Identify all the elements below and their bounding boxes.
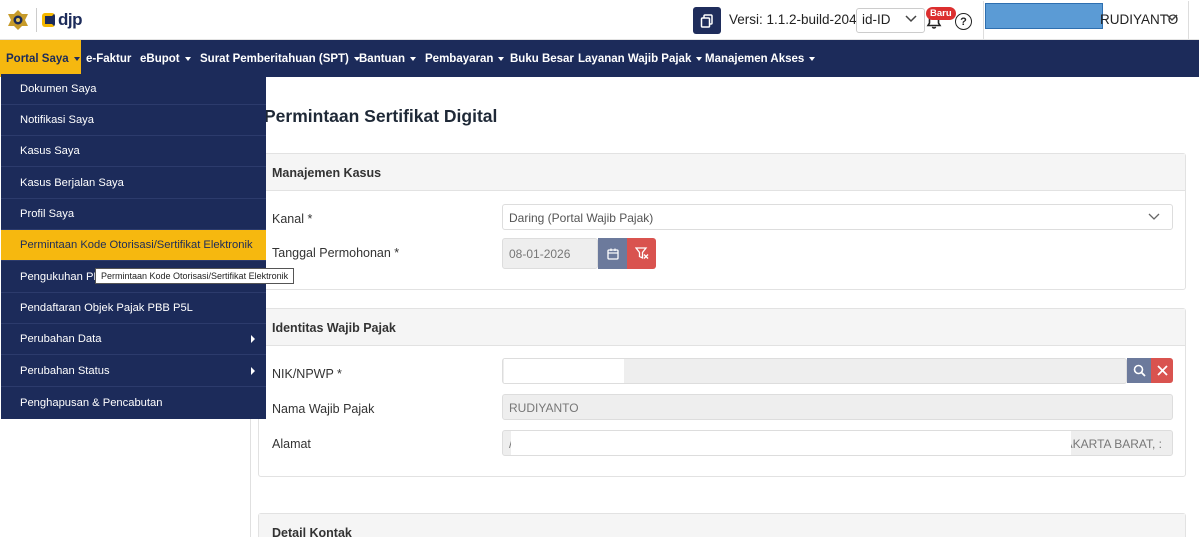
redacted-address [511,431,1071,455]
menu-profil-saya[interactable]: Profil Saya [1,199,266,230]
menu-label: Kasus Berjalan Saya [20,177,124,189]
menu-pendaftaran-objek-pajak[interactable]: Pendaftaran Objek Pajak PBB P5L [1,293,266,324]
nav-label: Buku Besar [510,52,574,65]
menu-label: Permintaan Kode Otorisasi/Sertifikat Ele… [20,239,253,251]
caret-down-icon [809,56,816,61]
nav-label: Manajemen Akses [705,52,805,65]
nav-pembayaran[interactable]: Pembayaran [425,40,505,77]
main-content: Permintaan Sertifikat Digital Manajemen … [251,77,1199,537]
menu-notifikasi-saya[interactable]: Notifikasi Saya [1,105,266,136]
caret-down-icon [498,56,505,61]
menu-permintaan-kode-otorisasi[interactable]: Permintaan Kode Otorisasi/Sertifikat Ele… [1,230,266,261]
nav-label: Bantuan [359,52,405,65]
clear-npwp-button[interactable] [1151,358,1173,383]
nama-wajib-pajak-input: RUDIYANTO [502,394,1173,420]
nama-value: RUDIYANTO [509,401,579,415]
contact-detail-card: Detail Kontak [258,513,1186,537]
nav-spt[interactable]: Surat Pemberitahuan (SPT) [200,40,360,77]
caret-down-icon [410,56,416,61]
menu-perubahan-status[interactable]: Perubahan Status [1,356,266,387]
caret-down-icon [696,56,703,61]
nav-manajemen-akses[interactable]: Manajemen Akses [705,40,816,77]
menu-label: Notifikasi Saya [20,114,94,126]
kanal-select[interactable]: Daring (Portal Wajib Pajak) [502,204,1173,230]
nav-buku-besar[interactable]: Buku Besar [510,40,574,77]
menu-perubahan-data[interactable]: Perubahan Data [1,324,266,355]
page-title: Permintaan Sertifikat Digital [264,106,498,126]
case-management-card: Manajemen Kasus Kanal * Daring (Portal W… [258,153,1186,290]
top-bar: djp Versi: 1.1.2-build-2040 id-ID Baru ?… [0,0,1199,40]
menu-penghapusan-pencabutan[interactable]: Penghapusan & Pencabutan [1,387,266,418]
notification-new-badge: Baru [926,7,956,20]
case-management-header: Manajemen Kasus [259,154,1185,191]
taxpayer-identity-header: Identitas Wajib Pajak [259,309,1185,346]
filter-clear-icon [634,247,648,260]
nav-label: Pembayaran [425,52,494,65]
kanal-label: Kanal * [272,212,313,226]
tanggal-permohonan-input[interactable]: 08-01-2026 [502,238,598,269]
chevron-down-icon [905,15,917,23]
menu-label: Perubahan Status [20,365,110,377]
close-icon [1156,365,1168,376]
menu-label: Perubahan Data [20,333,102,345]
menu-label: Profil Saya [20,208,75,220]
copy-icon [700,13,713,28]
search-npwp-button[interactable] [1127,358,1151,383]
clear-filter-button[interactable] [627,238,656,269]
menu-label: Kasus Saya [20,145,80,157]
search-icon [1133,364,1146,377]
nav-e-faktur[interactable]: e-Faktur [86,40,131,77]
version-label: Versi: 1.1.2-build-2040 [729,12,865,27]
calendar-button[interactable] [598,238,627,269]
submenu-arrow-icon [251,335,255,343]
djp-logo-text: djp [58,10,83,29]
nik-npwp-label: NIK/NPWP * [272,367,342,381]
nav-label: eBupot [140,52,180,65]
alamat-label: Alamat [272,437,311,451]
language-value: id-ID [862,12,891,27]
logo-divider [36,8,37,32]
kanal-value: Daring (Portal Wajib Pajak) [509,211,654,225]
chevron-down-icon [1166,14,1178,22]
portal-saya-dropdown: Dokumen Saya Notifikasi Saya Kasus Saya … [1,74,266,419]
user-menu[interactable]: RUDIYANTO [983,1,1189,39]
taxpayer-identity-card: Identitas Wajib Pajak NIK/NPWP * Nama Wa… [258,308,1186,477]
nav-ebupot[interactable]: eBupot [140,40,191,77]
nav-label: Layanan Wajib Pajak [578,52,692,65]
menu-kasus-saya[interactable]: Kasus Saya [1,136,266,167]
menu-tooltip: Permintaan Kode Otorisasi/Sertifikat Ele… [95,268,295,284]
main-navbar: Portal Saya e-Faktur eBupot Surat Pember… [0,40,1199,77]
caret-down-icon [73,56,80,61]
nav-label: e-Faktur [86,52,132,65]
garuda-emblem-logo[interactable] [6,8,30,32]
nav-label: Portal Saya [6,52,69,65]
alamat-suffix: JAKARTA BARAT, : [1058,437,1162,451]
nav-label: Surat Pemberitahuan (SPT) [200,52,349,65]
contact-detail-header: Detail Kontak [259,514,1185,537]
caret-down-icon [184,56,191,61]
menu-label: Dokumen Saya [20,83,97,95]
language-select[interactable]: id-ID [856,8,925,33]
copy-version-button[interactable] [693,7,721,34]
chevron-down-icon [1148,213,1160,220]
tanggal-permohonan-label: Tanggal Permohonan * [272,246,400,260]
djp-logo[interactable]: djp [42,10,83,30]
calendar-icon [606,248,619,260]
nav-layanan-wajib-pajak[interactable]: Layanan Wajib Pajak [578,40,703,77]
redacted-npwp [504,359,624,383]
submenu-arrow-icon [251,367,255,375]
tanggal-value: 08-01-2026 [509,247,571,261]
menu-label: Penghapusan & Pencabutan [20,396,163,409]
menu-label: Pendaftaran Objek Pajak PBB P5L [20,302,193,314]
help-glyph: ? [960,15,967,28]
redacted-user-info [985,3,1103,29]
nav-bantuan[interactable]: Bantuan [359,40,416,77]
help-icon[interactable]: ? [955,13,972,30]
nama-wajib-pajak-label: Nama Wajib Pajak [272,402,375,416]
menu-kasus-berjalan-saya[interactable]: Kasus Berjalan Saya [1,168,266,199]
nav-portal-saya[interactable]: Portal Saya [0,40,81,77]
menu-dokumen-saya[interactable]: Dokumen Saya [1,74,266,105]
djp-logo-mark [42,13,55,27]
